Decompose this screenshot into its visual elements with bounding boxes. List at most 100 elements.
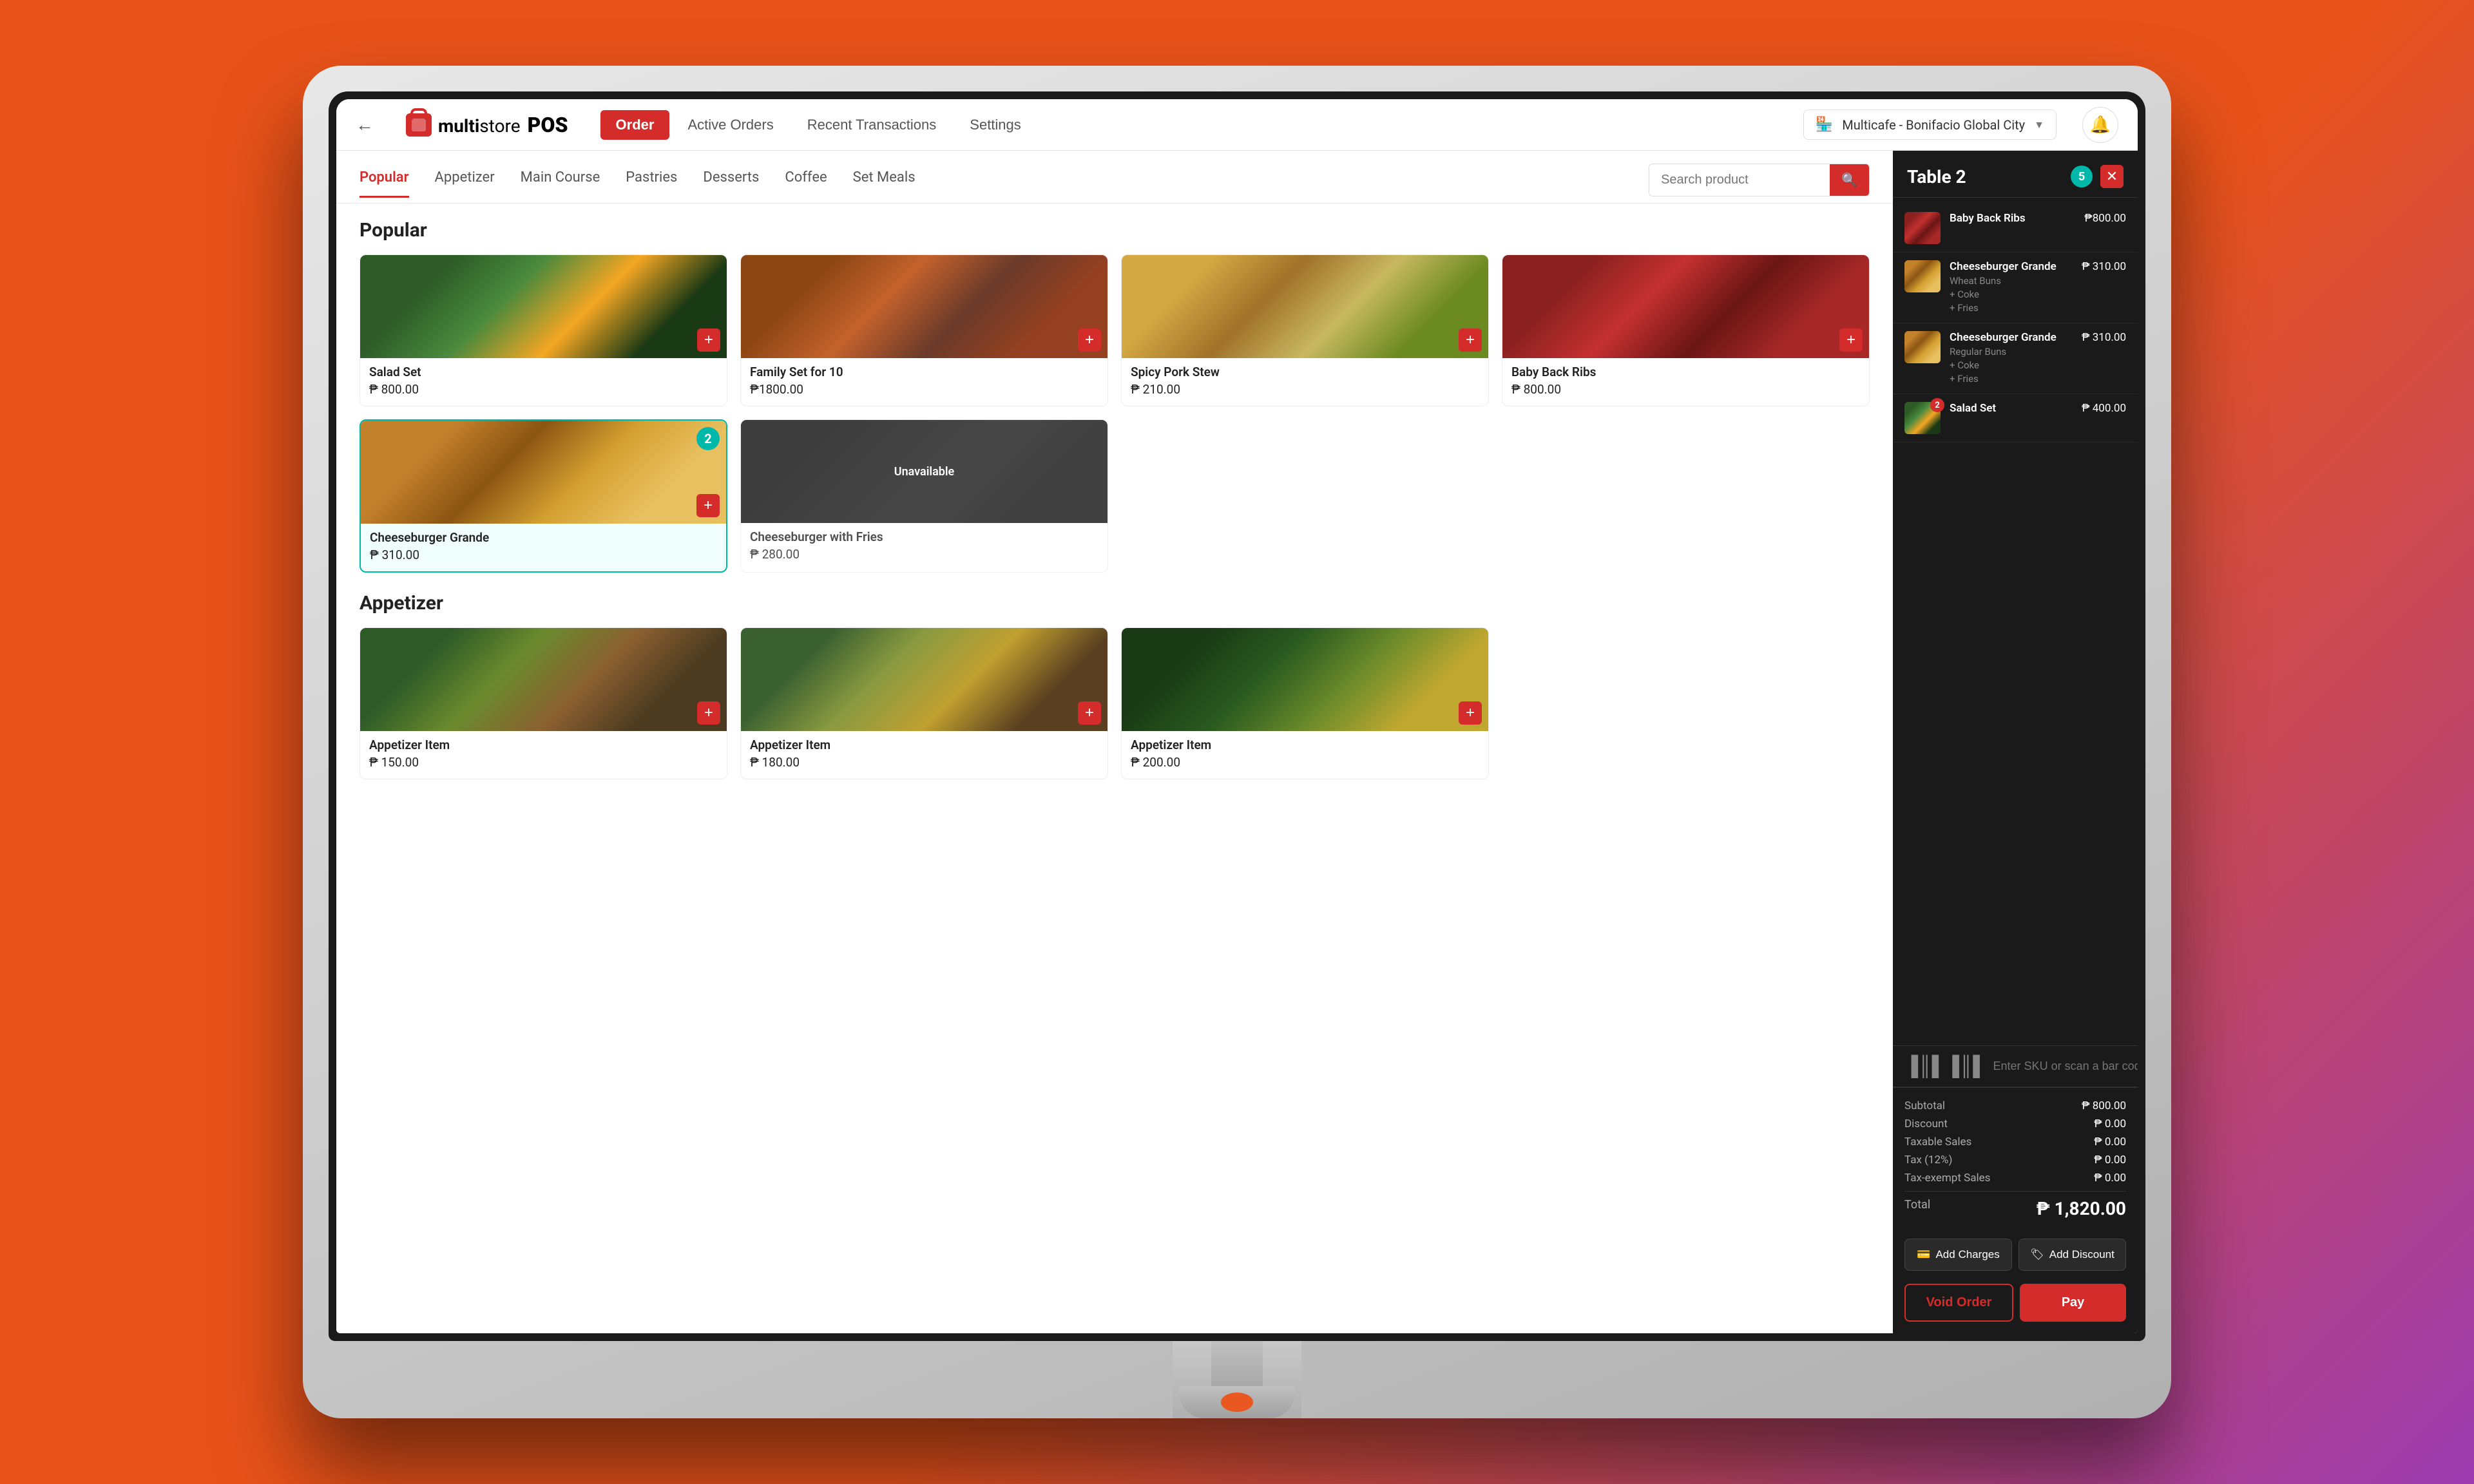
tab-recent-transactions[interactable]: Recent Transactions <box>792 110 952 140</box>
product-info: Salad Set ₱ 800.00 <box>360 358 727 406</box>
order-item-name: Salad Set <box>1950 402 2073 415</box>
product-card-app3[interactable]: + Appetizer Item ₱ 200.00 <box>1121 627 1489 779</box>
add-burger-button[interactable]: + <box>696 494 720 517</box>
subtotal-label: Subtotal <box>1904 1099 1945 1112</box>
order-item-details: Salad Set <box>1950 402 2073 416</box>
order-item-sub: Regular Buns + Coke + Fries <box>1950 345 2073 386</box>
category-tab-desserts[interactable]: Desserts <box>703 169 759 198</box>
notification-bell[interactable]: 🔔 <box>2082 107 2118 143</box>
summary-total: Total ₱ 1,820.00 <box>1904 1191 2126 1223</box>
product-image-salad: + <box>360 255 727 358</box>
tax-exempt-value: ₱ 0.00 <box>2094 1172 2126 1184</box>
product-image-burger: 2 + <box>361 421 726 524</box>
summary-row-tax-exempt: Tax-exempt Sales ₱ 0.00 <box>1904 1169 2126 1187</box>
product-card-salad-set[interactable]: + Salad Set ₱ 800.00 <box>360 254 727 406</box>
tab-active-orders[interactable]: Active Orders <box>672 110 789 140</box>
product-name: Cheeseburger with Fries <box>750 529 1098 544</box>
product-name: Spicy Pork Stew <box>1131 365 1479 379</box>
category-tab-appetizer[interactable]: Appetizer <box>435 169 495 198</box>
barcode-input[interactable] <box>1993 1060 2138 1073</box>
search-input[interactable] <box>1649 166 1830 194</box>
order-item-qty-badge: 2 <box>1930 398 1944 412</box>
category-tabs: Popular Appetizer Main Course Pastries D… <box>336 151 1893 204</box>
section-title-popular: Popular <box>360 219 1870 242</box>
category-tab-pastries[interactable]: Pastries <box>626 169 677 198</box>
product-card-spicy-pork[interactable]: + Spicy Pork Stew ₱ 210.00 <box>1121 254 1489 406</box>
dropdown-arrow-icon: ▼ <box>2034 119 2044 131</box>
add-app2-button[interactable]: + <box>1078 701 1101 725</box>
tab-settings[interactable]: Settings <box>954 110 1037 140</box>
product-info: Spicy Pork Stew ₱ 210.00 <box>1122 358 1488 406</box>
product-image-ribs: + <box>1502 255 1869 358</box>
product-name: Family Set for 10 <box>750 365 1098 379</box>
popular-grid: + Salad Set ₱ 800.00 + <box>360 254 1870 573</box>
back-button[interactable]: ← <box>356 114 374 135</box>
summary-row-taxable: Taxable Sales ₱ 0.00 <box>1904 1133 2126 1151</box>
product-card-cheeseburger[interactable]: 2 + Cheeseburger Grande ₱ 310.00 <box>360 419 727 573</box>
product-card-burger-fries[interactable]: Unavailable Cheeseburger with Fries ₱ 28… <box>740 419 1108 573</box>
add-family-button[interactable]: + <box>1078 328 1101 352</box>
order-item-details: Baby Back Ribs <box>1950 212 2075 226</box>
product-image-app3: + <box>1122 628 1488 731</box>
add-discount-button[interactable]: 🏷 Add Discount <box>2019 1239 2126 1271</box>
category-tab-set-meals[interactable]: Set Meals <box>853 169 916 198</box>
main-area: Popular Appetizer Main Course Pastries D… <box>336 151 2138 1333</box>
product-image-app2: + <box>741 628 1108 731</box>
void-order-button[interactable]: Void Order <box>1904 1284 2013 1322</box>
order-item-price: ₱ 310.00 <box>2082 331 2126 344</box>
taxable-value: ₱ 0.00 <box>2094 1136 2126 1148</box>
product-card-app2[interactable]: + Appetizer Item ₱ 180.00 <box>740 627 1108 779</box>
order-item-sub: Wheat Buns + Coke + Fries <box>1950 274 2073 315</box>
guests-badge: 5 <box>2071 166 2093 187</box>
product-image-family: + <box>741 255 1108 358</box>
add-salad-button[interactable]: + <box>697 328 720 352</box>
add-pork-button[interactable]: + <box>1459 328 1482 352</box>
add-discount-label: Add Discount <box>2049 1248 2114 1261</box>
product-card-ribs[interactable]: + Baby Back Ribs ₱ 800.00 <box>1502 254 1870 406</box>
add-charges-label: Add Charges <box>1935 1248 1999 1261</box>
category-tab-popular[interactable]: Popular <box>360 169 409 198</box>
close-order-button[interactable]: ✕ <box>2100 165 2124 188</box>
appetizer-grid: + Appetizer Item ₱ 150.00 + <box>360 627 1870 779</box>
category-tab-coffee[interactable]: Coffee <box>785 169 827 198</box>
product-info: Cheeseburger Grande ₱ 310.00 <box>361 524 726 571</box>
order-item-price: ₱ 310.00 <box>2082 260 2126 273</box>
product-card-app1[interactable]: + Appetizer Item ₱ 150.00 <box>360 627 727 779</box>
store-selector[interactable]: 🏪 Multicafe - Bonifacio Global City ▼ <box>1803 109 2057 140</box>
category-tab-main-course[interactable]: Main Course <box>521 169 600 198</box>
search-button[interactable]: 🔍 <box>1830 164 1869 196</box>
product-price: ₱ 800.00 <box>1511 382 1860 397</box>
discount-label: Discount <box>1904 1118 1948 1130</box>
pay-button[interactable]: Pay <box>2020 1284 2126 1322</box>
order-item-name: Baby Back Ribs <box>1950 212 2075 225</box>
order-item-details: Cheeseburger Grande Regular Buns + Coke … <box>1950 331 2073 386</box>
section-title-appetizer: Appetizer <box>360 592 1870 614</box>
order-item-details: Cheeseburger Grande Wheat Buns + Coke + … <box>1950 260 2073 315</box>
add-ribs-button[interactable]: + <box>1839 328 1863 352</box>
product-info: Appetizer Item ₱ 150.00 <box>360 731 727 779</box>
add-app1-button[interactable]: + <box>697 701 720 725</box>
add-app3-button[interactable]: + <box>1459 701 1482 725</box>
order-item-image-burger1 <box>1904 260 1941 292</box>
order-item-burger-wheat: Cheeseburger Grande Wheat Buns + Coke + … <box>1893 252 2138 323</box>
add-charges-button[interactable]: 💳 Add Charges <box>1904 1239 2012 1271</box>
taxable-label: Taxable Sales <box>1904 1136 1971 1148</box>
app-logo: multistore POS <box>406 113 568 137</box>
product-price: ₱ 310.00 <box>370 547 717 562</box>
tab-order[interactable]: Order <box>600 110 670 140</box>
product-card-family-set[interactable]: + Family Set for 10 ₱1800.00 <box>740 254 1108 406</box>
summary-row-discount: Discount ₱ 0.00 <box>1904 1115 2126 1133</box>
barcode-icon: ▐║▌▐║▌ <box>1904 1055 1987 1078</box>
product-name: Appetizer Item <box>369 737 718 752</box>
product-name: Appetizer Item <box>750 737 1098 752</box>
order-items-list: Baby Back Ribs ₱800.00 Cheeseburger Gran… <box>1893 198 2138 1045</box>
product-info: Appetizer Item ₱ 180.00 <box>741 731 1108 779</box>
order-panel: Table 2 5 ✕ Baby Back Ribs ₱800.00 <box>1893 151 2138 1333</box>
product-info: Appetizer Item ₱ 200.00 <box>1122 731 1488 779</box>
charges-icon: 💳 <box>1917 1248 1930 1261</box>
product-image-app1: + <box>360 628 727 731</box>
product-name: Cheeseburger Grande <box>370 530 717 545</box>
stand-base <box>1179 1386 1295 1418</box>
product-price: ₱ 180.00 <box>750 755 1098 770</box>
order-item-image-ribs <box>1904 212 1941 244</box>
